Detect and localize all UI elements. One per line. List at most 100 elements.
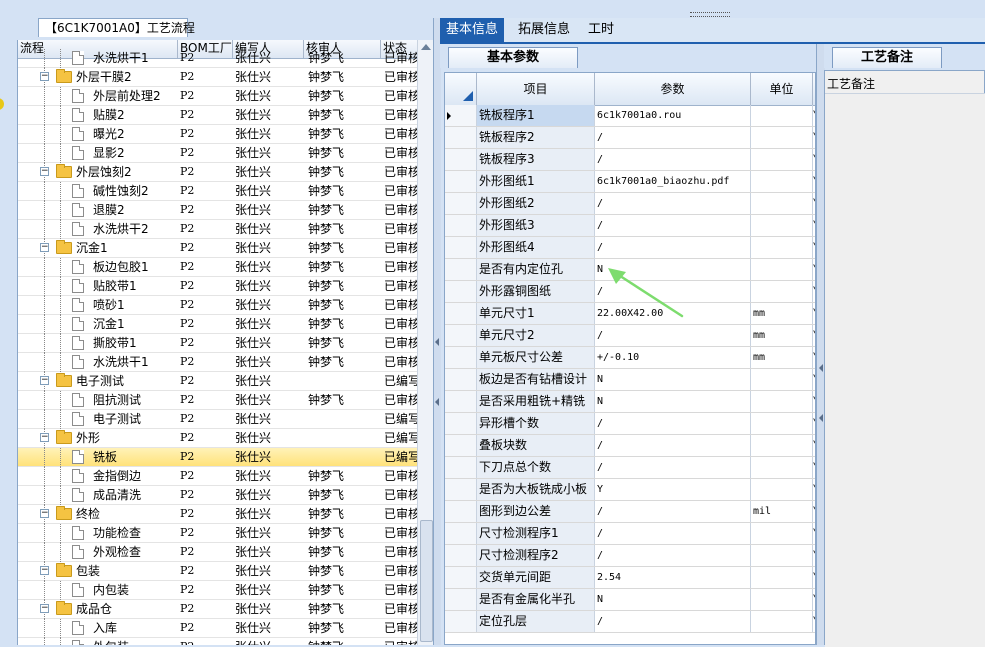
param-value[interactable]: N (595, 369, 751, 390)
row-indicator[interactable] (445, 149, 477, 170)
tree-folder-row[interactable]: − 电子测试 P2 张仕兴 已编写 (18, 372, 418, 391)
tab-basic-params[interactable]: 基本参数 (448, 47, 578, 68)
row-indicator[interactable] (445, 611, 477, 632)
param-unit[interactable] (751, 589, 813, 610)
param-unit[interactable] (751, 457, 813, 478)
param-unit[interactable] (751, 567, 813, 588)
tree-folder-row[interactable]: − 外层干膜2 P2 张仕兴 钟梦飞 已审核 (18, 68, 418, 87)
panel-splitter[interactable] (433, 18, 441, 645)
tree-step-row[interactable]: 成品清洗 P2 张仕兴 钟梦飞 已审核 (18, 486, 418, 505)
param-row[interactable]: 铣板程序16c1k7001a0.rouY (445, 105, 815, 127)
tab-extended-info[interactable]: 拓展信息 (512, 18, 576, 42)
tree-step-row[interactable]: 入库 P2 张仕兴 钟梦飞 已审核 (18, 619, 418, 638)
tab-basic-info[interactable]: 基本信息 (440, 18, 505, 42)
tree-step-row[interactable]: 喷砂1 P2 张仕兴 钟梦飞 已审核 (18, 296, 418, 315)
param-unit[interactable] (751, 171, 813, 192)
param-value[interactable]: / (595, 501, 751, 522)
param-value[interactable]: 2.54 (595, 567, 751, 588)
row-indicator[interactable] (445, 281, 477, 302)
param-value[interactable]: 6c1k7001a0.rou (595, 105, 751, 126)
row-indicator[interactable] (445, 413, 477, 434)
row-indicator[interactable] (445, 435, 477, 456)
collapse-icon[interactable]: − (40, 243, 49, 252)
row-indicator[interactable] (445, 567, 477, 588)
param-row[interactable]: 定位孔层/Y (445, 611, 815, 633)
param-unit[interactable] (751, 611, 813, 632)
param-unit[interactable] (751, 369, 813, 390)
tree-folder-row[interactable]: − 终检 P2 张仕兴 钟梦飞 已审核 (18, 505, 418, 524)
param-value[interactable]: N (595, 589, 751, 610)
tree-step-row[interactable]: 水洗烘干1 P2 张仕兴 钟梦飞 已审核 (18, 49, 418, 68)
row-indicator[interactable] (445, 193, 477, 214)
param-row[interactable]: 单元板尺寸公差+/-0.10mmY (445, 347, 815, 369)
row-indicator[interactable] (445, 545, 477, 566)
row-indicator[interactable] (445, 457, 477, 478)
param-row[interactable]: 铣板程序2/Y (445, 127, 815, 149)
tree-step-row[interactable]: 曝光2 P2 张仕兴 钟梦飞 已审核 (18, 125, 418, 144)
row-indicator[interactable] (445, 391, 477, 412)
tree-step-row[interactable]: 贴胶带1 P2 张仕兴 钟梦飞 已审核 (18, 277, 418, 296)
collapse-icon[interactable]: − (40, 509, 49, 518)
collapse-notes-icon[interactable] (819, 364, 823, 372)
tree-step-row[interactable]: 板边包胶1 P2 张仕兴 钟梦飞 已审核 (18, 258, 418, 277)
tree-step-row[interactable]: 阻抗测试 P2 张仕兴 钟梦飞 已审核 (18, 391, 418, 410)
param-value[interactable]: / (595, 237, 751, 258)
param-value[interactable]: / (595, 149, 751, 170)
params-grid[interactable]: 项目 参数 单位 铣板程序16c1k7001a0.rouY铣板程序2/Y铣板程序… (444, 72, 816, 645)
param-row[interactable]: 是否为大板铣成小板YY (445, 479, 815, 501)
param-unit[interactable] (751, 281, 813, 302)
header-param[interactable]: 参数 (595, 73, 751, 105)
param-value[interactable]: / (595, 457, 751, 478)
param-row[interactable]: 叠板块数/Y (445, 435, 815, 457)
tree-step-row[interactable]: 水洗烘干2 P2 张仕兴 钟梦飞 已审核 (18, 220, 418, 239)
collapse-notes-icon[interactable] (819, 414, 823, 422)
tree-step-row[interactable]: 沉金1 P2 张仕兴 钟梦飞 已审核 (18, 315, 418, 334)
process-flow-tab[interactable]: 【6C1K7001A0】工艺流程 (38, 18, 195, 37)
tree-step-row[interactable]: 金指倒边 P2 张仕兴 钟梦飞 已审核 (18, 467, 418, 486)
tree-step-row[interactable]: 外层前处理2 P2 张仕兴 钟梦飞 已审核 (18, 87, 418, 106)
tree-step-row[interactable]: 碱性蚀刻2 P2 张仕兴 钟梦飞 已审核 (18, 182, 418, 201)
param-value[interactable]: / (595, 413, 751, 434)
param-value[interactable]: / (595, 611, 751, 632)
param-row[interactable]: 是否采用粗铣+精铣NY (445, 391, 815, 413)
scroll-up-icon[interactable] (421, 44, 431, 50)
row-indicator[interactable] (445, 523, 477, 544)
param-unit[interactable] (751, 149, 813, 170)
param-value[interactable]: / (595, 127, 751, 148)
tree-step-row[interactable]: 电子测试 P2 张仕兴 已编写 (18, 410, 418, 429)
process-notes-textarea[interactable] (825, 93, 985, 647)
param-value[interactable]: 6c1k7001a0_biaozhu.pdf (595, 171, 751, 192)
header-item[interactable]: 项目 (477, 73, 595, 105)
param-row[interactable]: 图形到边公差/milY (445, 501, 815, 523)
param-unit[interactable] (751, 105, 813, 126)
param-unit[interactable] (751, 545, 813, 566)
param-row[interactable]: 外形图纸4/Y (445, 237, 815, 259)
tab-process-notes[interactable]: 工艺备注 (832, 47, 942, 68)
row-indicator[interactable] (445, 589, 477, 610)
param-row[interactable]: 尺寸检测程序1/Y (445, 523, 815, 545)
tree-folder-row[interactable]: − 外形 P2 张仕兴 已编写 (18, 429, 418, 448)
tree-folder-row[interactable]: − 外层蚀刻2 P2 张仕兴 钟梦飞 已审核 (18, 163, 418, 182)
row-indicator[interactable] (445, 347, 477, 368)
param-value[interactable]: / (595, 193, 751, 214)
collapse-icon[interactable]: − (40, 604, 49, 613)
tree-step-row[interactable]: 显影2 P2 张仕兴 钟梦飞 已审核 (18, 144, 418, 163)
param-unit[interactable] (751, 237, 813, 258)
param-unit[interactable] (751, 193, 813, 214)
param-unit[interactable]: mm (751, 325, 813, 346)
splitter-grip[interactable] (690, 12, 730, 17)
row-indicator[interactable] (445, 325, 477, 346)
param-row[interactable]: 交货单元间距2.54Y (445, 567, 815, 589)
collapse-icon[interactable]: − (40, 376, 49, 385)
collapse-icon[interactable]: − (40, 72, 49, 81)
row-indicator[interactable] (445, 303, 477, 324)
param-unit[interactable] (751, 391, 813, 412)
param-row[interactable]: 外形图纸3/Y (445, 215, 815, 237)
param-row[interactable]: 板边是否有钻槽设计NY (445, 369, 815, 391)
param-value[interactable]: / (595, 325, 751, 346)
param-unit[interactable]: mil (751, 501, 813, 522)
tree-step-row[interactable]: 退膜2 P2 张仕兴 钟梦飞 已审核 (18, 201, 418, 220)
tree-step-row[interactable]: 内包装 P2 张仕兴 钟梦飞 已审核 (18, 581, 418, 600)
tree-scrollbar[interactable] (417, 40, 434, 645)
tree-folder-row[interactable]: − 成品仓 P2 张仕兴 钟梦飞 已审核 (18, 600, 418, 619)
